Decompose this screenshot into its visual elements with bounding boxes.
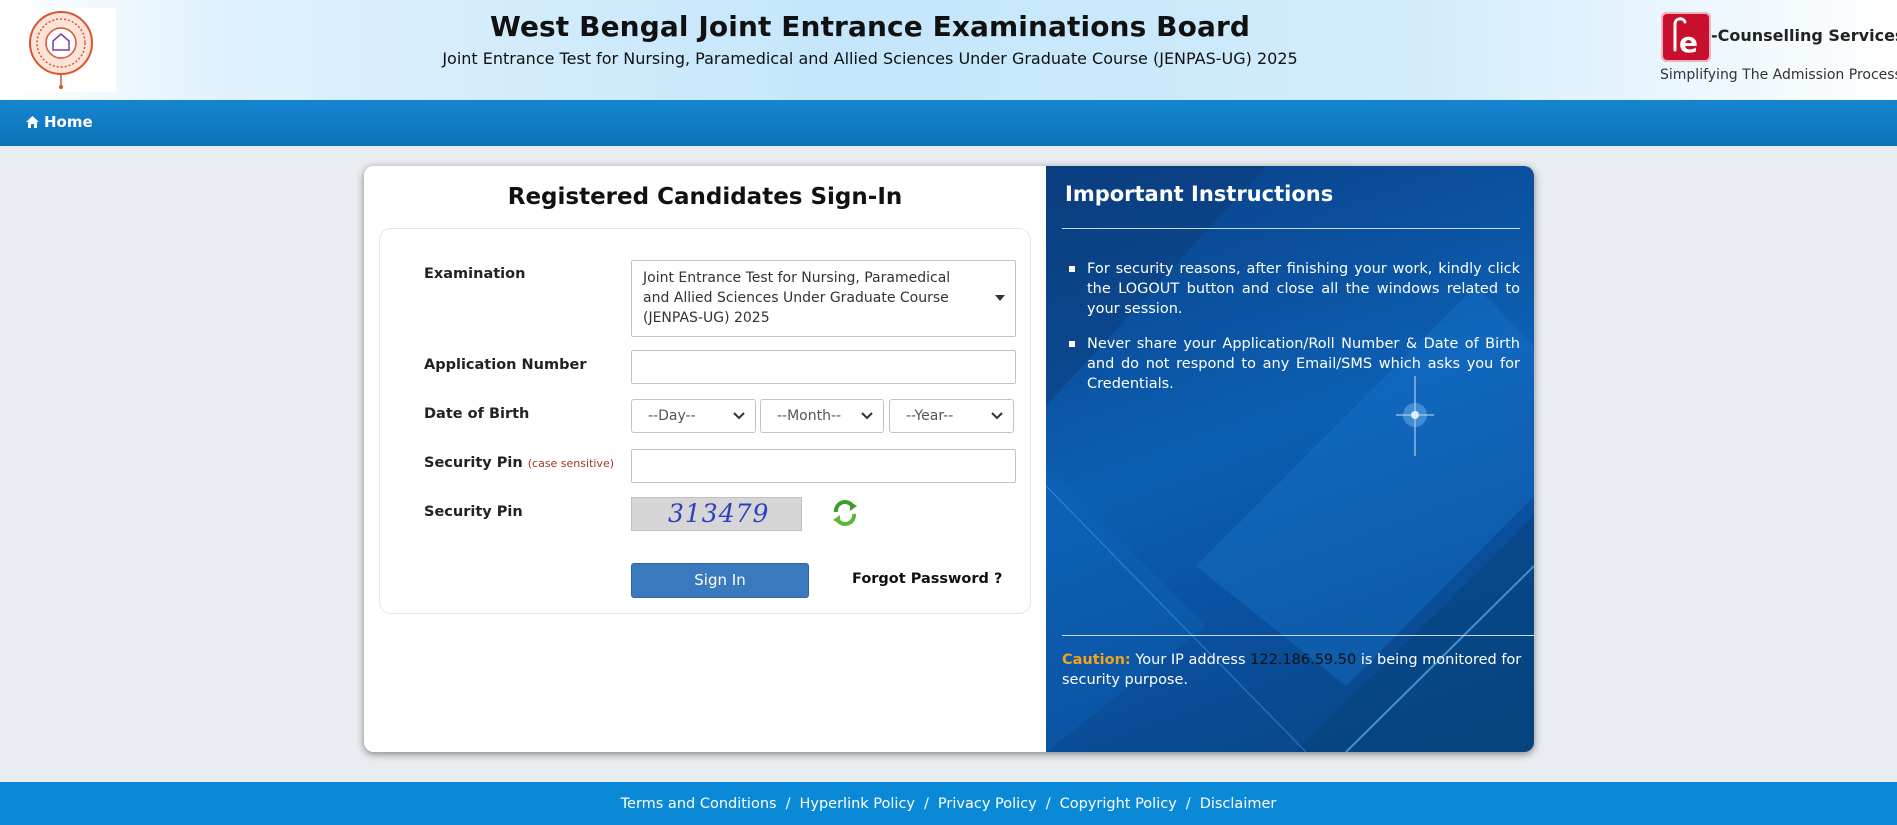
forgot-password-link[interactable]: Forgot Password ? — [852, 571, 1002, 587]
security-pin-input[interactable] — [631, 449, 1016, 483]
instructions-panel: Important Instructions For security reas… — [1046, 166, 1534, 752]
divider — [1062, 635, 1534, 636]
footer-link-terms[interactable]: Terms and Conditions — [621, 796, 777, 812]
main-navbar: Home — [0, 100, 1897, 146]
list-item: For security reasons, after finishing yo… — [1068, 259, 1520, 319]
nav-home-label: Home — [44, 113, 93, 131]
sign-in-button[interactable]: Sign In — [631, 563, 809, 598]
application-number-input[interactable] — [631, 350, 1016, 384]
security-pin-label: Security Pin (case sensitive) — [424, 455, 614, 471]
dob-day-value: --Day-- — [648, 408, 696, 424]
dob-label: Date of Birth — [424, 406, 530, 422]
ip-address: 122.186.59.50 — [1250, 652, 1357, 668]
caution-pre: Your IP address — [1135, 652, 1246, 668]
site-header: West Bengal Joint Entrance Examinations … — [0, 0, 1897, 100]
page-subtitle: Joint Entrance Test for Nursing, Paramed… — [442, 49, 1298, 68]
caution-text: Caution: Your IP address 122.186.59.50 i… — [1062, 650, 1534, 690]
chevron-down-icon — [995, 295, 1005, 301]
footer-separator: / — [1045, 795, 1051, 812]
signin-panel: Registered Candidates Sign-In Examinatio… — [364, 166, 1046, 752]
footer-link-hyperlink-policy[interactable]: Hyperlink Policy — [799, 796, 915, 812]
refresh-icon[interactable] — [828, 496, 862, 530]
instructions-title: Important Instructions — [1065, 182, 1334, 206]
chevron-down-icon — [991, 412, 1003, 420]
page-title: West Bengal Joint Entrance Examinations … — [489, 10, 1251, 43]
footer-link-disclaimer[interactable]: Disclaimer — [1200, 796, 1277, 812]
footer-link-copyright-policy[interactable]: Copyright Policy — [1060, 796, 1177, 812]
dob-year-select[interactable]: --Year-- — [889, 399, 1014, 433]
signin-title: Registered Candidates Sign-In — [507, 184, 903, 210]
captcha-image: 313479 — [631, 497, 802, 531]
chevron-down-icon — [733, 412, 745, 420]
examination-select[interactable]: Joint Entrance Test for Nursing, Paramed… — [631, 260, 1016, 337]
footer-separator: / — [1185, 795, 1191, 812]
footer-separator: / — [785, 795, 791, 812]
brand-letter: e — [1679, 26, 1698, 59]
case-sensitive-note: (case sensitive) — [527, 457, 615, 470]
application-number-label: Application Number — [424, 357, 587, 373]
captcha-label: Security Pin — [424, 504, 523, 520]
dob-day-select[interactable]: --Day-- — [631, 399, 756, 433]
chevron-down-icon — [861, 412, 873, 420]
home-icon — [26, 116, 39, 128]
list-item: Never share your Application/Roll Number… — [1068, 334, 1520, 394]
security-pin-label-text: Security Pin — [424, 455, 523, 471]
signin-form: Examination Joint Entrance Test for Nurs… — [379, 228, 1031, 614]
e-counselling-badge-icon: e — [1661, 12, 1711, 62]
footer-separator: / — [924, 795, 929, 812]
dob-year-value: --Year-- — [906, 408, 954, 424]
signin-card: Registered Candidates Sign-In Examinatio… — [364, 166, 1534, 752]
dob-month-select[interactable]: --Month-- — [760, 399, 884, 433]
footer-link-privacy-policy[interactable]: Privacy Policy — [938, 796, 1037, 812]
dob-month-value: --Month-- — [777, 408, 842, 424]
brand-name: -Counselling Services — [1711, 26, 1897, 45]
examination-label: Examination — [424, 266, 526, 282]
e-counselling-logo: e -Counselling Services Simplifying The … — [1660, 10, 1897, 85]
site-footer: Terms and Conditions / Hyperlink Policy … — [0, 782, 1897, 825]
divider — [1062, 228, 1520, 229]
examination-value: Joint Entrance Test for Nursing, Paramed… — [643, 270, 951, 326]
nav-home-link[interactable]: Home — [26, 113, 93, 131]
brand-tagline: Simplifying The Admission Process — [1660, 67, 1897, 83]
caution-label: Caution: — [1062, 652, 1131, 668]
instructions-list: For security reasons, after finishing yo… — [1068, 259, 1520, 409]
wbjeeb-seal-logo — [6, 8, 116, 92]
